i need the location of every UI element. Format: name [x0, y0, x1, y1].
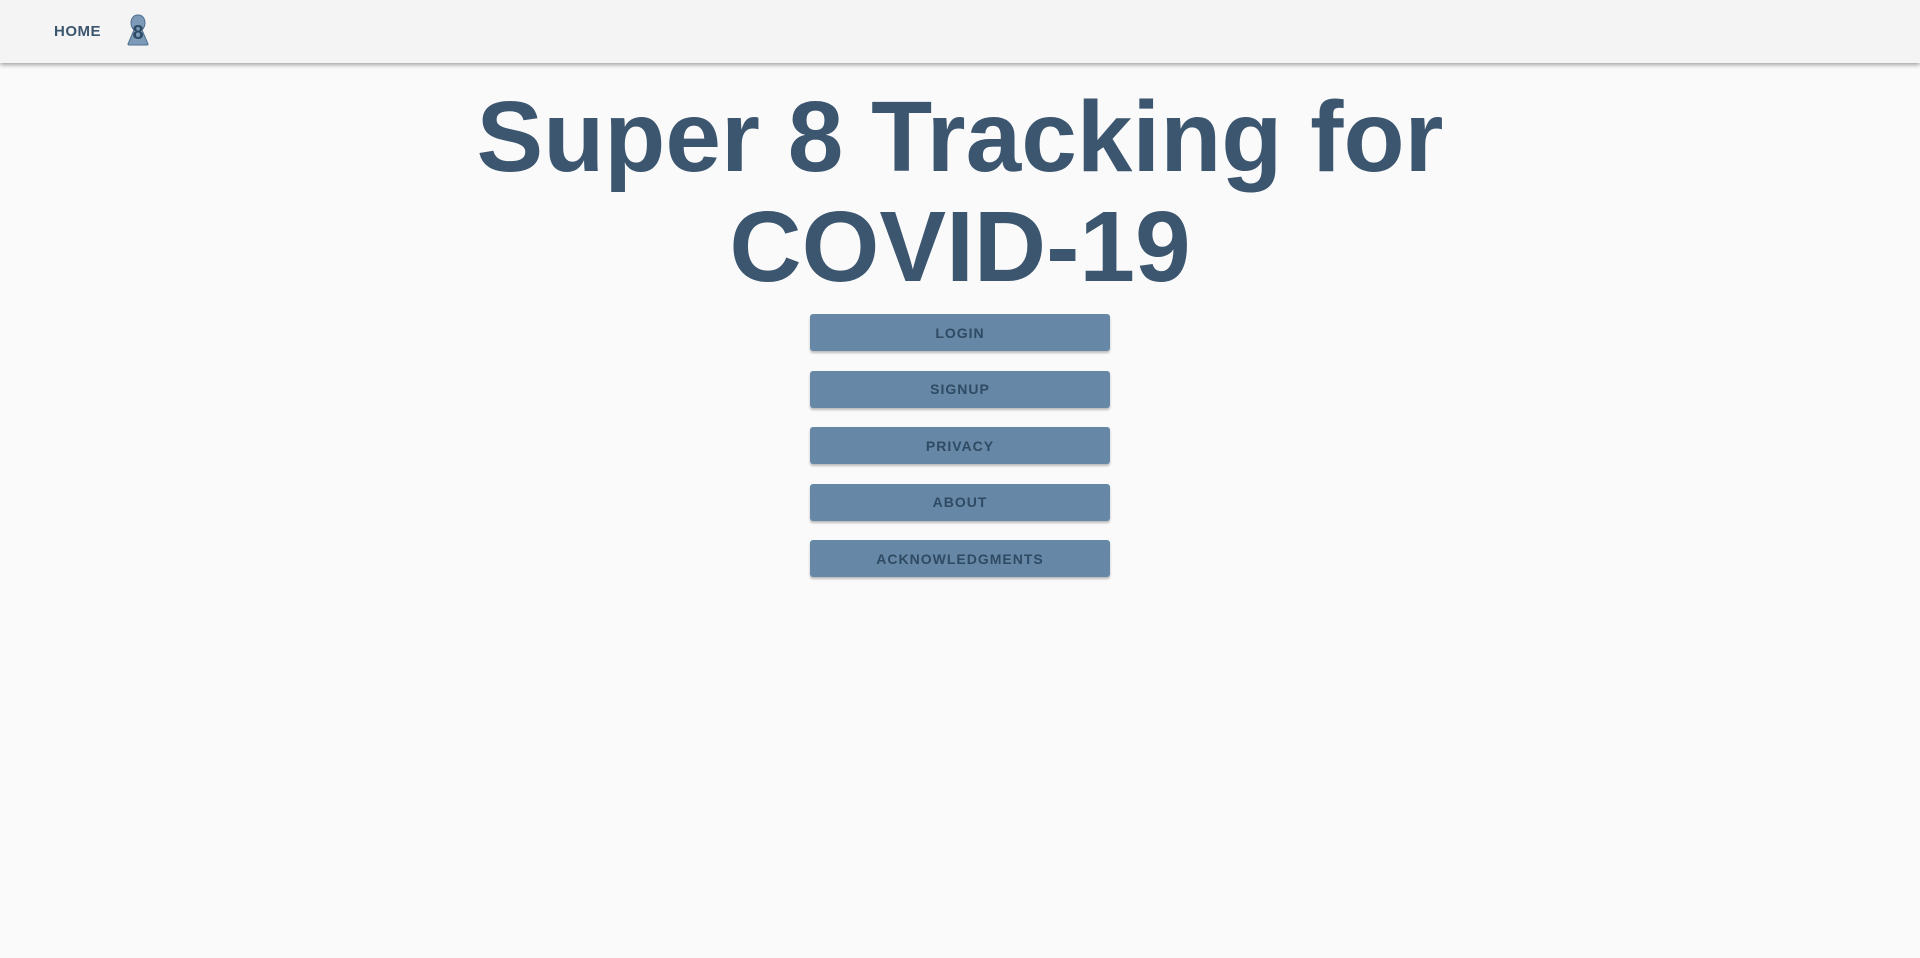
- main-menu: LOGIN SIGNUP PRIVACY ABOUT ACKNOWLEDGMEN…: [810, 314, 1110, 597]
- page-title-line-2: COVID-19: [729, 191, 1191, 303]
- privacy-button[interactable]: PRIVACY: [810, 427, 1110, 464]
- page-title: Super 8 Tracking for COVID-19: [0, 82, 1920, 302]
- login-button[interactable]: LOGIN: [810, 314, 1110, 351]
- signup-button[interactable]: SIGNUP: [810, 370, 1110, 408]
- acknowledgments-button[interactable]: ACKNOWLEDGMENTS: [810, 540, 1110, 577]
- about-button[interactable]: ABOUT: [810, 483, 1110, 521]
- top-navbar: HOME 8: [0, 0, 1920, 63]
- nav-home-link[interactable]: HOME: [54, 15, 101, 48]
- logo-digit: 8: [132, 22, 143, 44]
- super-8-logo-icon[interactable]: 8: [127, 13, 149, 46]
- page-title-line-1: Super 8 Tracking for: [476, 81, 1444, 193]
